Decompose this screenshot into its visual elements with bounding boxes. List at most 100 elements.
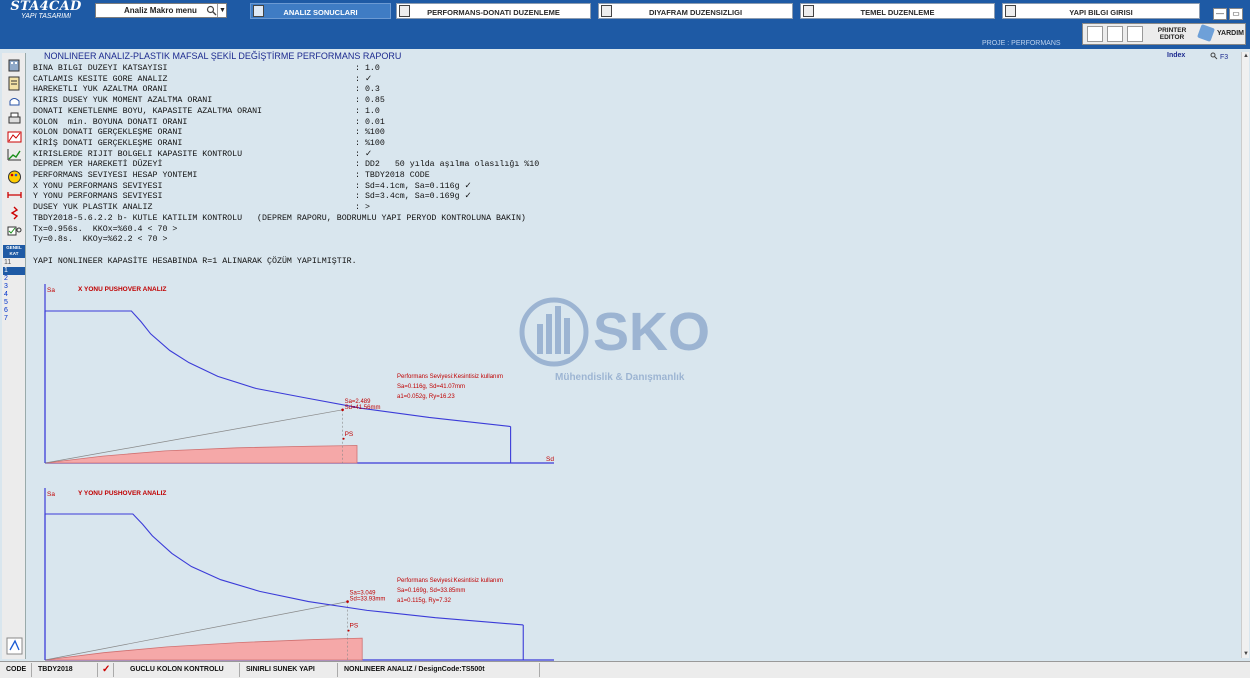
checkbox-icon[interactable] <box>6 223 23 239</box>
row-label: X YONU PERFORMANS SEVIYESI <box>33 181 163 191</box>
tab-performans-donati[interactable]: PERFORMANS-DONATI DUZENLEME <box>396 3 591 19</box>
logo-subtitle: YAPI TASARIMI <box>20 13 72 20</box>
f3-search-button[interactable]: F3 <box>1210 52 1228 61</box>
story-item[interactable]: 11 <box>3 259 25 267</box>
spring-icon[interactable] <box>6 205 23 221</box>
status-guclu-kolon[interactable]: GUCLU KOLON KONTROLU <box>126 663 240 677</box>
undo-icon[interactable] <box>6 93 23 109</box>
all-stories-icon[interactable] <box>6 637 23 655</box>
help-icon <box>1197 24 1215 42</box>
report-row: KIRIS DUSEY YUK MOMENT AZALTMA ORANI: 0.… <box>33 96 385 106</box>
dimension-icon[interactable] <box>6 187 23 203</box>
performance-annotation: a1=0.115g, Ry=7.32 <box>397 598 452 604</box>
x-pushover-chart: SaSdX YONU PUSHOVER ANALIZSa=2.489Sd=41.… <box>44 284 554 464</box>
tab-yapi-bilgi[interactable]: YAPI BILGI GIRISI <box>1002 3 1200 19</box>
vertical-scrollbar[interactable]: ▲ ▼ <box>1241 52 1249 658</box>
help-button[interactable]: YARDIM <box>1197 24 1244 42</box>
report-row: KOLON min. BOYUNA DONATI ORANI: 0.01 <box>33 118 385 128</box>
story-item[interactable]: 2 <box>3 275 25 283</box>
y-axis-label: Sa <box>47 287 55 294</box>
pointer-icon[interactable] <box>1087 26 1103 42</box>
row-value: : ✓ <box>355 149 372 159</box>
story-list: 11 1 2 3 4 5 6 7 <box>3 259 25 323</box>
graph-editor-icon[interactable] <box>6 129 23 145</box>
status-code: CODE <box>2 663 32 677</box>
row-value: : 1.0 <box>355 64 380 73</box>
report-row: HAREKETLI YUK AZALTMA ORANI: 0.3 <box>33 85 380 95</box>
story-item[interactable]: 1 <box>3 267 25 275</box>
macro-menu-label: Analiz Makro menu <box>124 6 197 15</box>
printer-icon[interactable] <box>6 111 23 127</box>
story-item[interactable]: 4 <box>3 291 25 299</box>
watermark-subtext: Mühendislik & Danışmanlık <box>555 372 685 383</box>
story-item[interactable]: 6 <box>3 307 25 315</box>
row-value: : 0.85 <box>355 96 385 106</box>
ps-point <box>342 437 345 440</box>
printer-editor-button[interactable]: PRINTER EDITOR <box>1148 27 1196 41</box>
sko-watermark-logo: SKO Mühendislik & Danışmanlık <box>519 297 710 383</box>
row-label: KİRİŞ DONATI GERÇEKLEŞME ORANI <box>33 138 183 148</box>
report-row: Y YONU PERFORMANS SEVIYESI: Sd=3.4cm, Sa… <box>33 192 472 202</box>
tab-label: TEMEL DUZENLEME <box>860 8 935 17</box>
tab-label: DIYAFRAM DUZENSIZLIGI <box>648 8 743 17</box>
story-item[interactable]: 3 <box>3 283 25 291</box>
row-label: DEPREM YER HAREKETİ DÜZEYİ <box>33 160 163 170</box>
zoom-icon[interactable] <box>1127 26 1143 42</box>
performance-annotation: Performans Seviyesi:Kesintisiz kullanım <box>397 374 503 380</box>
report-row: X YONU PERFORMANS SEVIYESI: Sd=4.1cm, Sa… <box>33 181 472 192</box>
search-icon <box>1210 52 1218 60</box>
scroll-up-icon[interactable]: ▲ <box>1242 53 1250 59</box>
story-item[interactable]: 5 <box>3 299 25 307</box>
row-label: KOLON DONATI GERÇEKLEŞME ORANI <box>33 128 183 138</box>
point-label-sd: Sd=41.56mm <box>345 405 381 411</box>
right-toolbar: PRINTER EDITOR YARDIM <box>1082 23 1246 45</box>
r1-note: YAPI NONLINEER KAPASİTE HESABINDA R=1 AL… <box>33 257 357 266</box>
tx-line: Tx=0.956s. KKOx=%60.4 < 70 > <box>33 224 178 234</box>
palette-icon[interactable] <box>6 169 23 185</box>
minimize-button[interactable]: — <box>1213 8 1227 20</box>
chevron-down-icon[interactable]: ▼ <box>217 4 227 17</box>
row-value: : 1.0 <box>355 106 380 116</box>
report-row: DEPREM YER HAREKETİ DÜZEYİ : DD2 50 yılda… <box>33 160 539 170</box>
clipboard-icon[interactable] <box>6 75 23 91</box>
status-sinirli-sunek[interactable]: SINIRLI SUNEK YAPI <box>242 663 338 677</box>
ty-line: Ty=0.8s. KKOy=%62.2 < 70 > <box>33 235 168 245</box>
status-bar: CODE TBDY2018 CODE ✓ GUCLU KOLON KONTROL… <box>0 661 1250 678</box>
performance-annotation: Sa=0.116g, Sd=41.07mm <box>397 384 465 390</box>
row-value: : ✓ <box>355 74 372 84</box>
search-icon[interactable] <box>206 5 217 16</box>
building-3d-icon[interactable] <box>6 57 23 73</box>
report-row: KOLON DONATI GERÇEKLEŞME ORANI: %100 <box>33 128 385 138</box>
capacity-fill <box>44 445 358 464</box>
ps-label: PS <box>350 623 359 630</box>
tab-analiz-sonuclari[interactable]: ANALIZ SONUCLARI <box>250 3 391 19</box>
window-controls: — ▭ <box>1213 3 1245 21</box>
report-icon[interactable] <box>1107 26 1123 42</box>
scroll-down-icon[interactable]: ▼ <box>1242 651 1250 657</box>
macro-menu-dropdown[interactable]: Analiz Makro menu ▼ <box>95 3 227 18</box>
status-tbdy[interactable]: TBDY2018 CODE <box>34 663 98 677</box>
check-icon[interactable]: ✓ <box>98 663 114 677</box>
story-item[interactable]: 7 <box>3 315 25 323</box>
project-label: PROJE : PERFORMANS <box>982 40 1061 47</box>
f3-label: F3 <box>1219 54 1229 61</box>
tab-temel[interactable]: TEMEL DUZENLEME <box>800 3 995 19</box>
row-value: : DD2 50 yılda aşılma olasılığı %10 <box>355 160 540 170</box>
report-row: KIRISLERDE RIJIT BOLGELI KAPASITE KONTRO… <box>33 150 372 160</box>
performance-annotation: Sa=0.169g, Sd=33.85mm <box>397 588 465 594</box>
capacity-fill <box>44 637 363 661</box>
status-design-code[interactable]: NONLINEER ANALIZ / DesignCode:TS500t <box>340 663 540 677</box>
performance-point <box>346 600 349 603</box>
restore-button[interactable]: ▭ <box>1229 8 1243 20</box>
y-axis-label: Sa <box>47 491 55 498</box>
row-label: BINA BILGI DUZEYI KATSAYISI <box>33 64 168 73</box>
top-bar: STA4CAD YAPI TASARIMI Analiz Makro menu … <box>0 0 1250 49</box>
x-axis-label: Sd <box>546 456 554 463</box>
genel-kat-button[interactable]: GENEL KAT <box>3 245 25 258</box>
kutle-line: TBDY2018-5.6.2.2 b- KUTLE KATILIM KONTRO… <box>33 213 526 223</box>
row-value: : TBDY2018 CODE <box>355 171 430 180</box>
help-label: YARDIM <box>1217 30 1244 37</box>
chart-icon[interactable] <box>6 147 23 163</box>
tab-diyafram[interactable]: DIYAFRAM DUZENSIZLIGI <box>598 3 793 19</box>
index-link[interactable]: Index <box>1167 52 1185 59</box>
